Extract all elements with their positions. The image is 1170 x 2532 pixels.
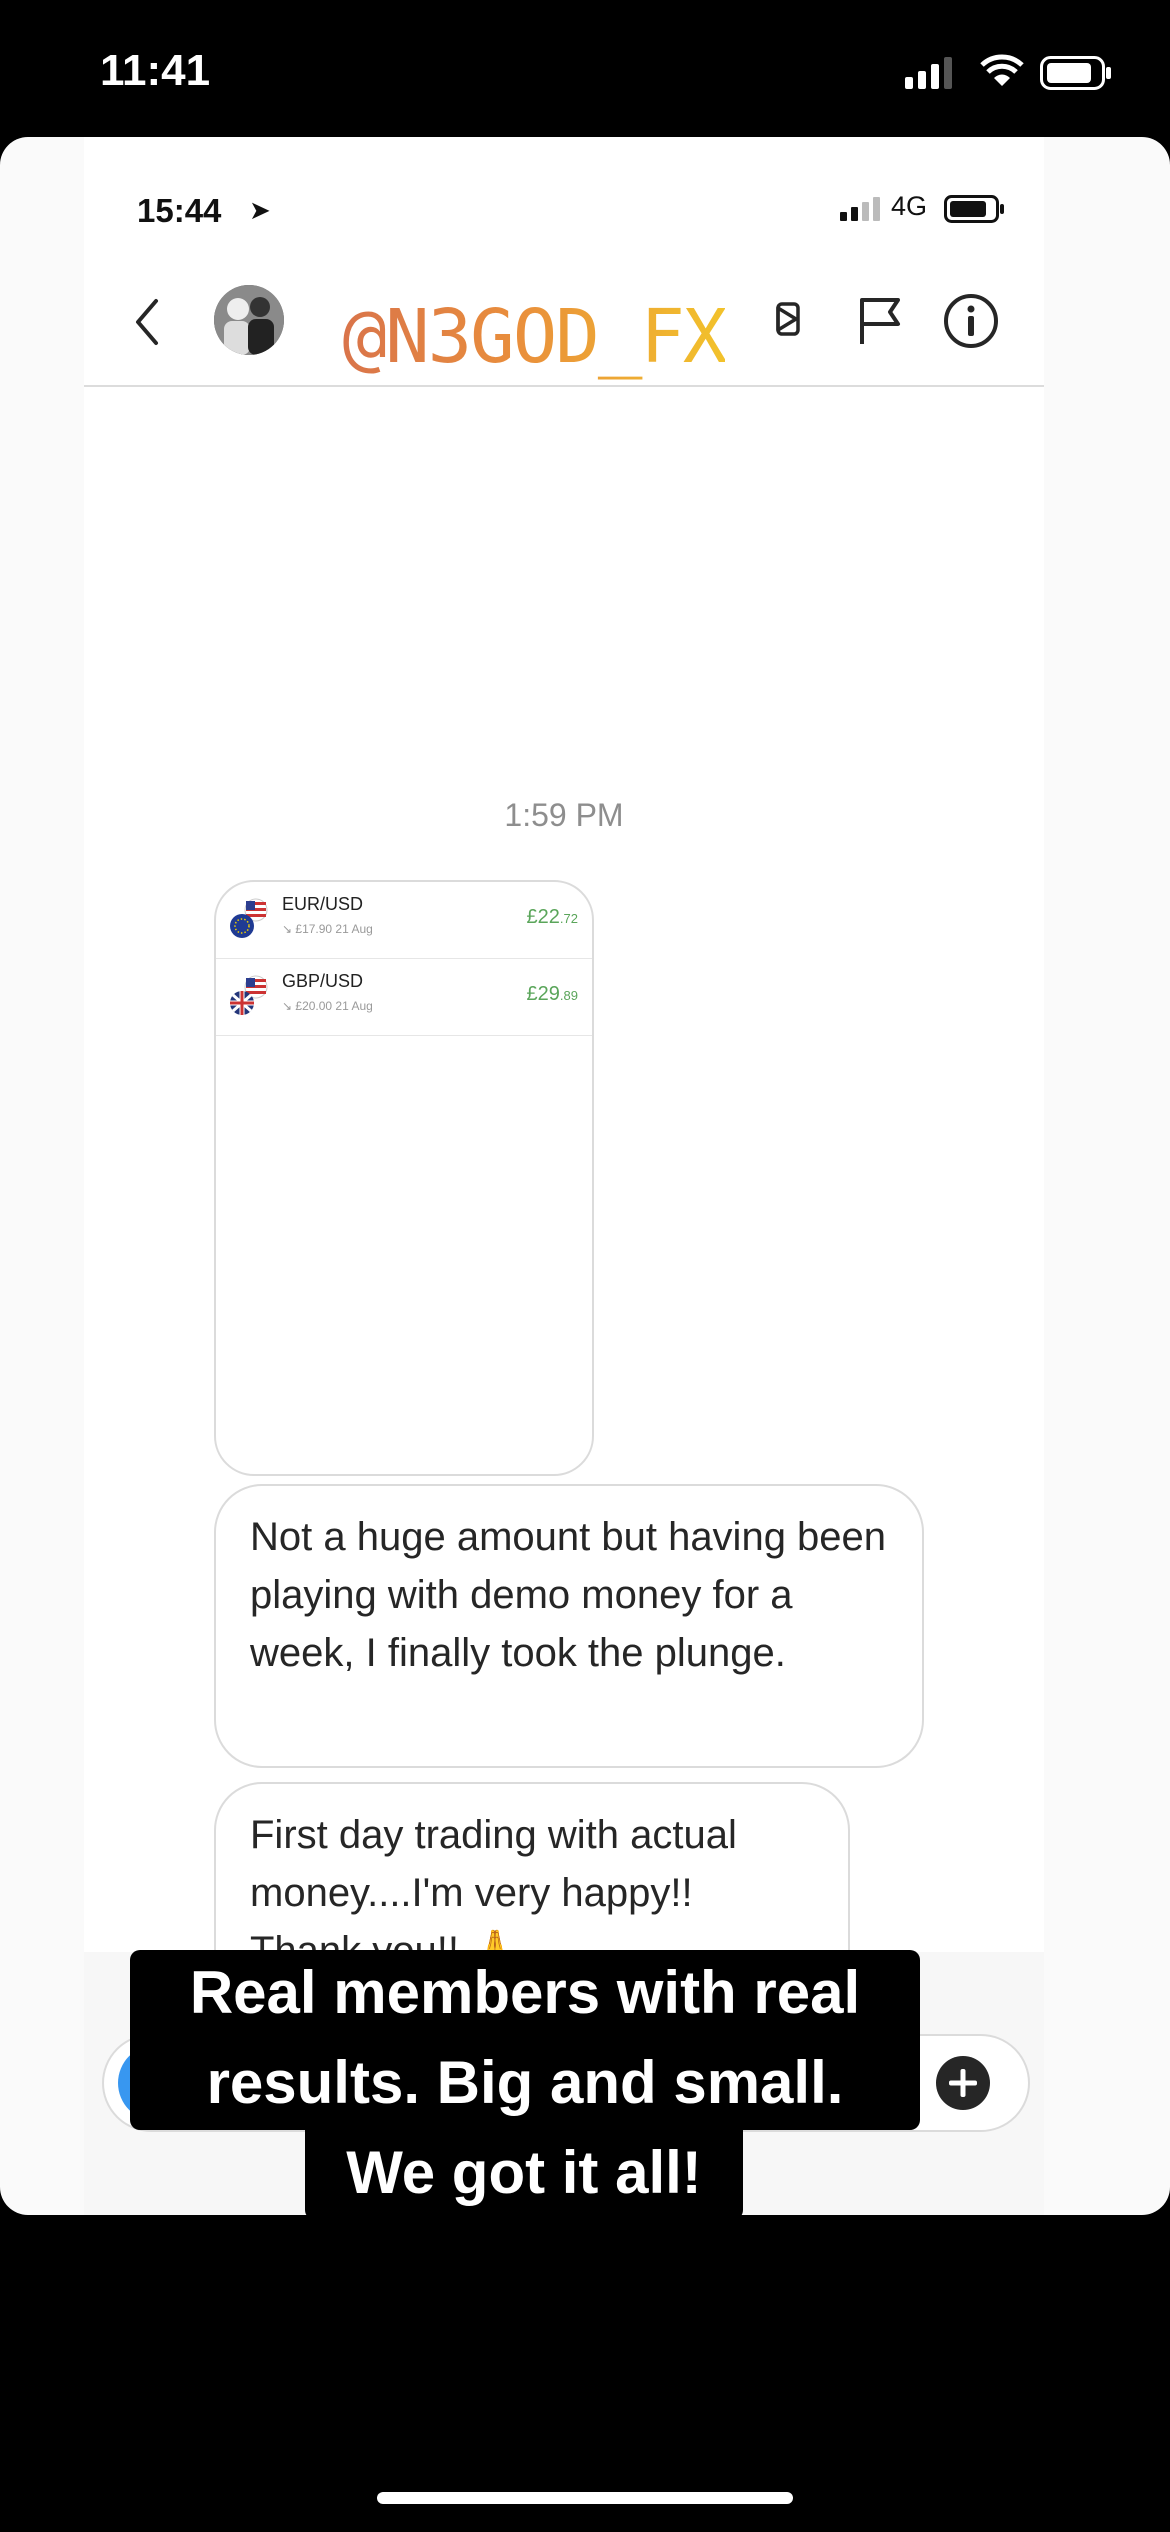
gb-us-flag-icon <box>230 975 268 1015</box>
story-caption-line: Real members with real <box>130 1950 920 2040</box>
app-cellular-signal-icon <box>840 197 880 221</box>
message-bubble[interactable]: Not a huge amount but having been playin… <box>214 1484 924 1768</box>
info-icon[interactable] <box>942 292 1000 350</box>
status-bar-time: 11:41 <box>100 46 211 95</box>
report-flag-icon[interactable] <box>854 294 904 346</box>
avatar[interactable] <box>214 285 284 355</box>
home-indicator[interactable] <box>377 2492 793 2504</box>
app-status-time: 15:44 <box>137 192 222 229</box>
pair-detail: ↘ £17.90 21 Aug <box>282 922 373 936</box>
trade-row-gbpusd: GBP/USD ↘ £20.00 21 Aug £29.89 <box>216 959 592 1036</box>
handle-sticker: @N3GOD_FX <box>284 277 784 397</box>
header-divider <box>84 385 1044 387</box>
pair-value: £29.89 <box>527 983 578 1006</box>
location-arrow-icon: ➤ <box>249 195 271 225</box>
chat-screenshot: 15:44 ➤ 4G @N3GOD_FX 1:59 PM EUR/USD ↘ £… <box>84 137 1044 2215</box>
wifi-icon <box>980 54 1024 86</box>
message-timestamp: 1:59 PM <box>504 797 624 833</box>
eu-us-flag-icon <box>230 898 268 938</box>
handle-text: @N3GOD_FX <box>342 294 728 380</box>
network-label: 4G <box>891 191 928 221</box>
trade-screenshot-message[interactable]: EUR/USD ↘ £17.90 21 Aug £22.72 GBP/USD ↘… <box>214 880 594 1476</box>
pair-value: £22.72 <box>527 906 578 929</box>
battery-icon <box>1040 56 1111 90</box>
story-caption-line: results. Big and small. <box>130 2040 920 2130</box>
pair-value-fraction: .89 <box>559 988 578 1003</box>
pair-value-main: £29 <box>526 983 560 1005</box>
cellular-signal-icon <box>905 57 952 89</box>
pair-value-main: £22 <box>526 906 560 928</box>
pair-name: EUR/USD <box>282 894 364 914</box>
avatar-photo <box>214 285 284 355</box>
pair-value-fraction: .72 <box>559 911 578 926</box>
trade-row-eurusd: EUR/USD ↘ £17.90 21 Aug £22.72 <box>216 882 592 959</box>
pair-detail: ↘ £20.00 21 Aug <box>282 999 373 1013</box>
add-media-icon[interactable] <box>932 2052 994 2114</box>
back-chevron-icon[interactable] <box>128 297 168 347</box>
story-caption-line: We got it all! <box>305 2130 743 2220</box>
video-call-icon[interactable] <box>774 294 814 344</box>
story-card: 15:44 ➤ 4G @N3GOD_FX 1:59 PM EUR/USD ↘ £… <box>0 137 1170 2215</box>
app-battery-icon <box>944 195 1004 223</box>
pair-name: GBP/USD <box>282 971 364 991</box>
